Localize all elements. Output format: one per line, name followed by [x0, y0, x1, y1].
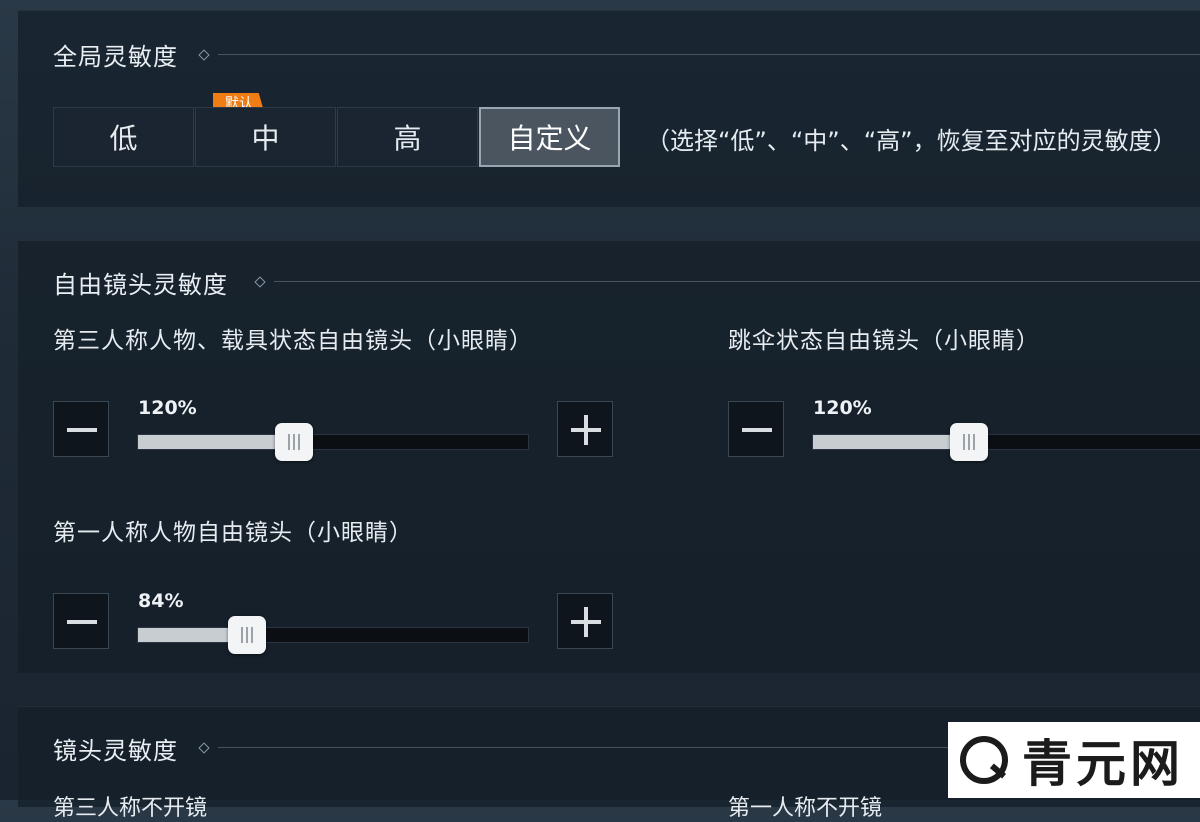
- slider-value: 120%: [138, 397, 197, 419]
- diamond-icon: [254, 276, 266, 288]
- decrease-button[interactable]: [53, 401, 109, 457]
- setting-label-third-person: 第三人称人物、载具状态自由镜头（小眼睛）: [53, 328, 533, 354]
- slider-thumb[interactable]: [228, 616, 267, 654]
- sensitivity-slider[interactable]: [812, 423, 1200, 461]
- watermark-logo: 青元网: [948, 722, 1200, 798]
- sensitivity-slider[interactable]: [137, 616, 529, 654]
- section-title-global: 全局灵敏度: [53, 43, 178, 71]
- diamond-icon: [198, 49, 210, 61]
- setting-label-first-person-unscoped: 第一人称不开镜: [728, 796, 883, 821]
- setting-label-third-person-unscoped: 第三人称不开镜: [53, 796, 208, 821]
- section-title-lens: 镜头灵敏度: [53, 737, 178, 765]
- minus-icon: [67, 428, 97, 432]
- slider-fill: [138, 435, 294, 449]
- grip-icon: [288, 434, 300, 450]
- option-high-button[interactable]: 高: [337, 107, 478, 167]
- global-sensitivity-panel: 全局灵敏度 默认 低 中 高 自定义 （选择“低”、“中”、“高”，恢复至对应的…: [18, 10, 1200, 207]
- sensitivity-slider[interactable]: [137, 423, 529, 461]
- section-title-free-look: 自由镜头灵敏度: [53, 271, 228, 299]
- option-medium-button[interactable]: 中: [195, 107, 336, 167]
- q-logo-icon: [960, 736, 1008, 784]
- slider-value: 120%: [813, 397, 872, 419]
- slider-thumb[interactable]: [275, 423, 313, 461]
- setting-label-parachute: 跳伞状态自由镜头（小眼睛）: [728, 328, 1040, 354]
- option-low-button[interactable]: 低: [53, 107, 194, 167]
- diamond-icon: [198, 742, 210, 754]
- setting-label-first-person: 第一人称人物自由镜头（小眼睛）: [53, 520, 413, 546]
- minus-icon: [67, 620, 97, 624]
- section-divider: [218, 54, 1200, 55]
- free-look-panel: 自由镜头灵敏度 第三人称人物、载具状态自由镜头（小眼睛） 120% 跳伞状态自由…: [18, 240, 1200, 673]
- preset-hint-text: （选择“低”、“中”、“高”，恢复至对应的灵敏度）: [646, 127, 1177, 155]
- minus-icon: [742, 428, 772, 432]
- section-divider: [274, 281, 1200, 282]
- grip-icon: [963, 434, 975, 450]
- slider-fill: [813, 435, 969, 449]
- increase-button[interactable]: [557, 593, 613, 649]
- decrease-button[interactable]: [53, 593, 109, 649]
- slider-value: 84%: [138, 590, 184, 612]
- slider-thumb[interactable]: [950, 423, 988, 461]
- decrease-button[interactable]: [728, 401, 784, 457]
- option-custom-button[interactable]: 自定义: [479, 107, 620, 167]
- increase-button[interactable]: [557, 401, 613, 457]
- watermark-text: 青元网: [1022, 735, 1184, 793]
- grip-icon: [241, 627, 254, 643]
